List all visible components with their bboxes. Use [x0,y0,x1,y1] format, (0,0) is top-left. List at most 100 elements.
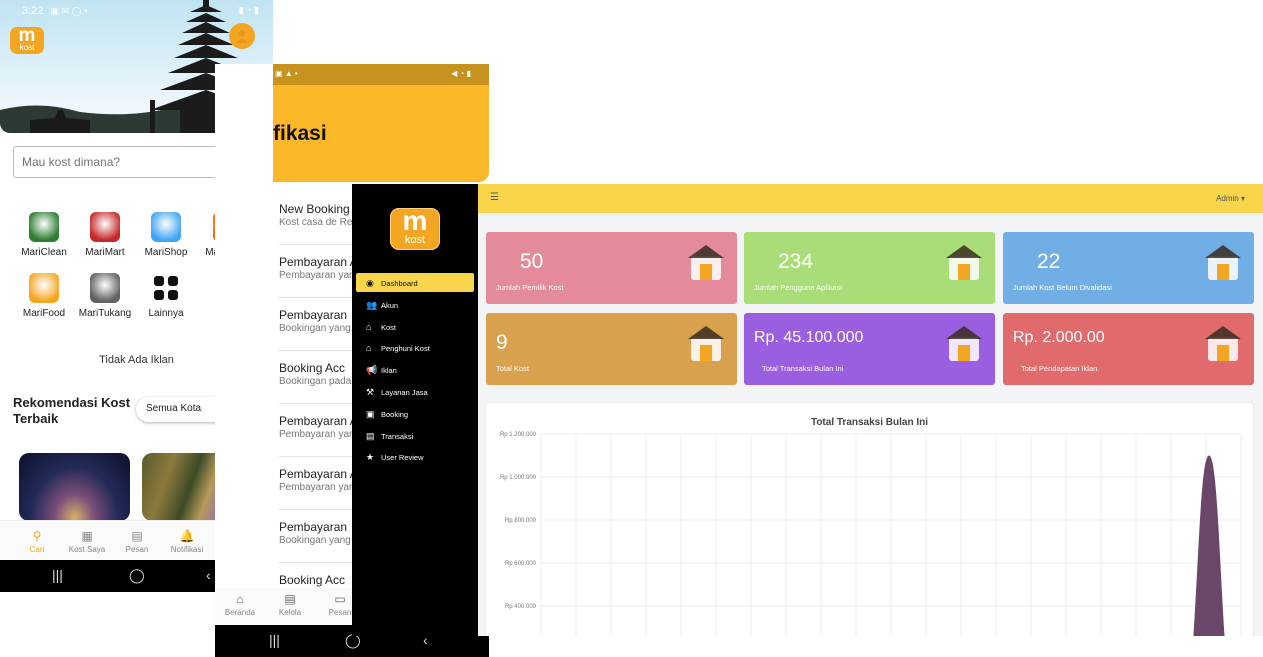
nav-label: Beranda [224,608,256,617]
stat-card[interactable]: Rp. 45.100.000 Total Transaksi Bulan Ini [744,313,995,385]
dashboard-icon: ◉ [366,278,374,288]
top-bar: ☰ Admin ▾ [478,184,1263,213]
service-maritukang[interactable]: MariTukang [75,273,135,319]
service-marishop[interactable]: MariShop [136,212,196,258]
sidebar-item-akun[interactable]: 👥 Akun [356,295,474,314]
report-icon [1202,323,1244,365]
stat-label: Total Pendapatan Iklan [1021,364,1098,373]
page-title: fikasi [273,122,327,145]
service-label: MariMart [85,247,125,258]
stat-value: Rp. 2.000.00 [1013,329,1105,346]
stat-label: Jumlah Kost Belum Divalidasi [1013,283,1112,292]
register-icon: ▤ [366,430,375,441]
service-label: MariClean [21,247,67,258]
nav-kost-saya[interactable]: ▦ Kost Saya [60,529,114,554]
y-tick-label: Rp 1.200.000 [500,432,537,438]
sidebar-item-layanan-jasa[interactable]: ⚒ Layanan Jasa [356,382,474,401]
service-label: MariFood [22,308,66,319]
logo-kost: kost [19,43,35,52]
sidebar-item-transaksi[interactable]: ▤ Transaksi [356,426,474,445]
users-group-icon [943,242,985,284]
menu-toggle-icon[interactable]: ☰ [490,192,499,203]
nav-label: Notifikasi [170,545,204,554]
search-icon: ⚲ [32,529,42,543]
sidebar-item-penghuni-kost[interactable]: ⌂ Penghuni Kost [356,338,474,357]
bread-icon [29,273,59,303]
sidebar-item-label: Akun [381,300,399,310]
nav-label: Kelola [278,608,302,617]
nav-pesan[interactable]: ▤ Pesan [110,529,164,554]
owner-house-icon [685,242,727,284]
list-icon: ▤ [284,592,296,606]
nav-notifikasi[interactable]: 🔔 Notifikasi [160,529,214,554]
house-icon [29,212,59,242]
notification-icons: ▣ ✉ ◯ • [50,6,88,16]
recent-apps-icon[interactable]: ||| [52,567,63,583]
chevron-down-icon: ▾ [1240,194,1245,203]
profile-avatar-button[interactable] [229,23,255,49]
sidebar-item-kost[interactable]: ⌂ Kost [356,317,474,336]
sidebar-item-booking[interactable]: ▣ Booking [356,404,474,423]
nav-label: Kost Saya [68,545,106,554]
stat-value: Rp. 45.100.000 [754,329,864,346]
service-marimart[interactable]: MariMart [75,212,135,258]
sidebar-item-user-review[interactable]: ★ User Review [356,447,474,466]
sidebar-item-label: Transaksi [381,431,414,441]
briefcase-icon: ▣ [366,408,375,419]
chart-canvas: Rp 1.200.000 Rp 1.000.000 Rp 800.000 Rp 600… [500,432,1242,636]
star-icon: ★ [366,452,375,463]
logo-m: m [18,25,36,46]
nav-kelola[interactable]: ▤ Kelola [263,592,317,617]
stat-card[interactable]: 9 Total Kost [486,313,737,385]
stat-card[interactable]: 234 Jumlah Pengguna Aplikasi [744,232,995,304]
signal-battery-icon: ▮ ◔ ▮ [238,5,259,15]
status-bar: ▣ ▲ • ◀ ◔ ▮ [273,64,489,85]
nav-label: Pesan [125,545,149,554]
nav-label: Cari [29,545,45,554]
stat-card[interactable]: Rp. 2.000.00 Total Pendapatan Iklan [1003,313,1254,385]
app-logo: m kost [10,25,44,54]
sidebar-item-label: Penghuni Kost [381,344,430,354]
service-label: MariShop [144,247,188,258]
signal-battery-icon: ◀ ◔ ▮ [451,69,471,78]
shop-icon [151,212,181,242]
stat-value: 50 [520,250,544,273]
stat-label: Total Kost [496,364,529,373]
building-icon: ▦ [81,529,93,543]
sidebar-item-dashboard[interactable]: ◉ Dashboard [356,273,474,292]
stat-card[interactable]: 22 Jumlah Kost Belum Divalidasi [1003,232,1254,304]
sidebar-item-label: Layanan Jasa [381,388,428,397]
sidebar-item-label: Dashboard [381,279,418,288]
service-marifood[interactable]: MariFood [14,273,74,319]
certificate-icon [1202,242,1244,284]
home-circle-icon[interactable]: ◯ [129,567,145,584]
admin-user-name: Admin [1216,194,1239,203]
series-area [1193,455,1225,636]
status-time: 3:22 [22,5,44,17]
transaction-icon [943,323,985,365]
service-lainnya[interactable]: Lainnya [136,273,196,319]
stat-card[interactable]: 50 Jumlah Pemilik Kost [486,232,737,304]
megaphone-icon: 📢 [366,365,378,376]
sidebar-item-label: Booking [381,409,409,419]
bottom-nav: ⌂ Beranda ▤ Kelola ▭ Pesan [215,588,352,624]
admin-logo[interactable]: m kost [390,207,440,250]
recent-apps-icon[interactable]: ||| [269,632,280,648]
back-icon[interactable]: ‹ [206,567,211,583]
status-bar: 3:22 ▣ ✉ ◯ • [0,0,273,22]
y-tick-label: Rp 600.000 [505,561,537,567]
recommend-title: Rekomendasi Kost Terbaik [13,395,131,426]
stat-value: 9 [496,331,508,354]
admin-user-menu[interactable]: Admin ▾ [1216,194,1245,203]
service-mariclean[interactable]: MariClean [14,212,74,258]
tools-icon [90,273,120,303]
nav-cari[interactable]: ⚲ Cari [10,529,64,554]
kost-card-image[interactable] [19,453,130,521]
home-icon: ⌂ [366,321,372,332]
grid-icon [151,273,181,303]
logo-kost: kost [404,234,426,246]
transaction-chart: Total Transaksi Bulan Ini Rp 1.200.000 Rp… [486,403,1253,636]
sidebar-item-iklan[interactable]: 📢 Iklan [356,360,474,379]
y-tick-label: Rp 800.000 [505,518,537,524]
nav-beranda[interactable]: ⌂ Beranda [215,592,267,617]
